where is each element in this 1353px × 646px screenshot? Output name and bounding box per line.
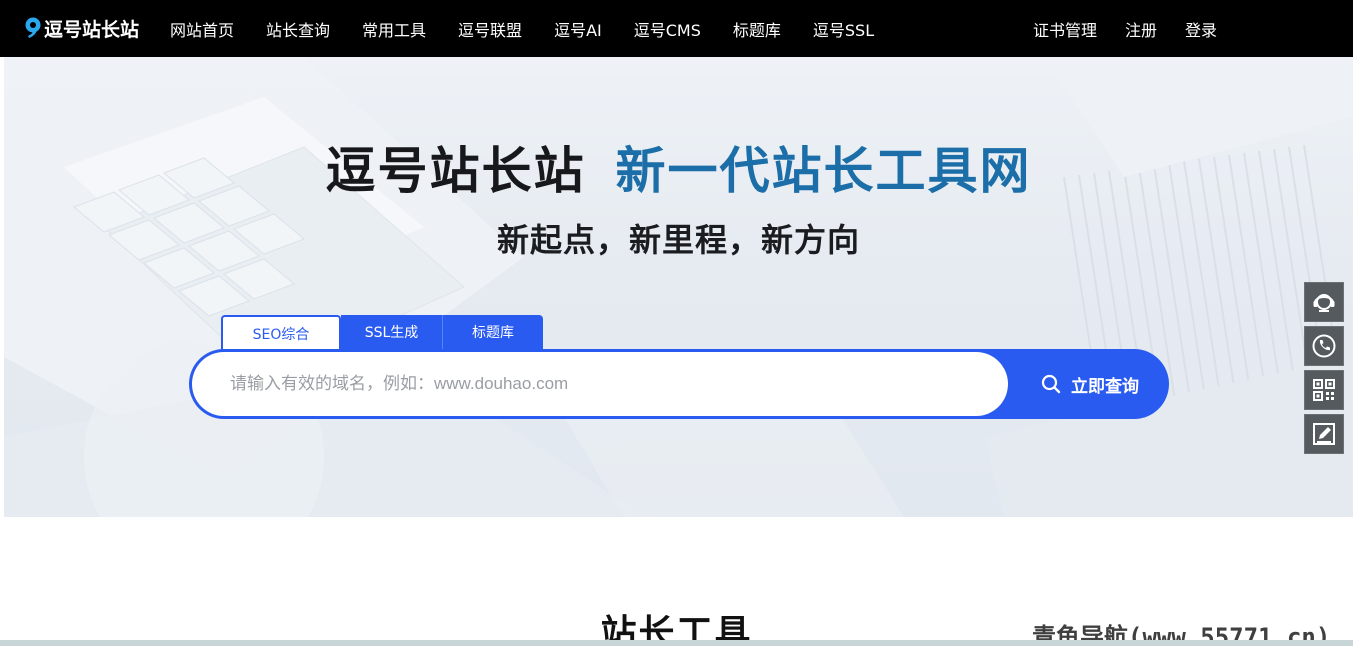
hero-title-brand: 逗号站长站 [325,142,586,200]
feedback-button[interactable] [1304,414,1344,454]
nav-cms[interactable]: 逗号CMS [634,17,701,41]
search-icon [1041,374,1061,394]
tab-title-library[interactable]: 标题库 [443,315,543,351]
nav-ai[interactable]: 逗号AI [554,17,602,41]
nav-ssl[interactable]: 逗号SSL [813,17,874,41]
hero-title-slogan: 新一代站长工具网 [615,142,1032,200]
nav-register[interactable]: 注册 [1125,17,1157,41]
nav-common-tools[interactable]: 常用工具 [362,17,426,41]
search-button[interactable]: 立即查询 [1015,349,1165,419]
page: 逗号站长站 网站首页 站长查询 常用工具 逗号联盟 逗号AI 逗号CMS 标题库… [0,0,1353,646]
qrcode-icon [1313,379,1335,401]
nav-home[interactable]: 网站首页 [170,17,234,41]
main-nav: 网站首页 站长查询 常用工具 逗号联盟 逗号AI 逗号CMS 标题库 逗号SSL [170,0,906,57]
tab-seo[interactable]: SEO综合 [221,315,341,351]
logo-text: 逗号站长站 [44,18,140,41]
phone-button[interactable] [1304,326,1344,366]
customer-service-button[interactable] [1304,282,1344,322]
search-button-label: 立即查询 [1071,376,1139,397]
hero-title: 逗号站长站 新一代站长工具网 [4,131,1353,203]
user-nav: 证书管理 注册 登录 [1005,0,1217,57]
qrcode-button[interactable] [1304,370,1344,410]
domain-search-input[interactable] [192,352,1008,416]
hero-subtitle: 新起点，新里程，新方向 [496,221,860,259]
nav-login[interactable]: 登录 [1185,17,1217,41]
top-navbar: 逗号站长站 网站首页 站长查询 常用工具 逗号联盟 逗号AI 逗号CMS 标题库… [0,0,1353,57]
logo-comma-icon [25,17,41,38]
site-logo[interactable]: 逗号站长站 [24,14,139,42]
nav-title-library[interactable]: 标题库 [733,17,781,41]
customer-service-icon [1313,294,1335,312]
hero-background-decoration [4,57,1353,517]
nav-cert-management[interactable]: 证书管理 [1033,17,1097,41]
tab-ssl[interactable]: SSL生成 [341,315,443,351]
nav-alliance[interactable]: 逗号联盟 [458,17,522,41]
phone-icon [1312,334,1336,358]
hero-banner: 逗号站长站 新一代站长工具网 新起点，新里程，新方向 [4,57,1353,517]
floating-sidebar [1304,282,1344,458]
edit-icon [1313,423,1335,445]
search-bar: 立即查询 [189,349,1169,419]
search-tabs: SEO综合 SSL生成 标题库 [221,315,543,351]
nav-webmaster-query[interactable]: 站长查询 [266,17,330,41]
bottom-edge [0,640,1353,646]
